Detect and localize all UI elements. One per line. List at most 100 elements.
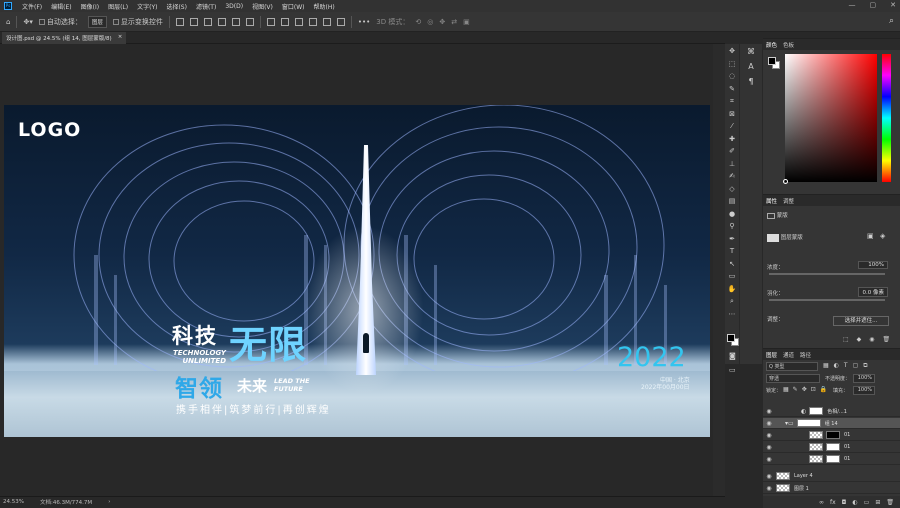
zoom-tool-icon[interactable]: ⌕ (728, 297, 737, 306)
close-window-button[interactable]: ✕ (890, 1, 896, 9)
type-tool-icon[interactable]: T (728, 247, 737, 256)
fill-field[interactable]: 100% (853, 386, 875, 395)
link-layers-icon[interactable]: ∞ (819, 499, 824, 506)
3d-pan-icon[interactable]: ✥ (439, 18, 445, 26)
menu-type[interactable]: 文字(Y) (137, 2, 157, 11)
tab-layers[interactable]: 图层 (766, 351, 777, 359)
home-icon[interactable]: ⌂ (6, 18, 10, 26)
tab-color[interactable]: 颜色 (766, 41, 777, 49)
close-tab-icon[interactable]: × (118, 34, 123, 42)
align-right-icon[interactable] (245, 17, 254, 26)
character-icon[interactable]: A (748, 62, 753, 71)
align-bottom-icon[interactable] (203, 17, 212, 26)
menu-window[interactable]: 窗口(W) (282, 2, 305, 11)
history-icon[interactable]: ⌘ (747, 47, 755, 56)
photoshop-logo[interactable]: Ps (4, 2, 12, 10)
quick-mask-icon[interactable]: ◙ (729, 352, 736, 360)
panel-foreground-swatch[interactable] (768, 57, 776, 65)
marquee-tool-icon[interactable]: ⬚ (728, 60, 737, 69)
feather-field[interactable]: 0.0 像素 (858, 287, 888, 297)
layer-thumbnail[interactable] (809, 431, 823, 439)
visibility-eye-icon[interactable]: ◉ (765, 456, 773, 463)
layer-row[interactable]: ◉ 01 (763, 430, 900, 441)
layer-thumbnail[interactable] (809, 455, 823, 463)
hand-tool-icon[interactable]: ✋ (728, 285, 737, 294)
filter-type-icon[interactable]: T (844, 362, 848, 370)
tab-adjustments[interactable]: 调整 (783, 197, 794, 205)
menu-3d[interactable]: 3D(D) (225, 3, 243, 10)
visibility-eye-icon[interactable]: ◉ (765, 444, 773, 451)
lasso-tool-icon[interactable]: ◌ (728, 72, 737, 81)
tab-properties[interactable]: 属性 (766, 197, 777, 205)
layer-mask-thumbnail[interactable] (826, 443, 840, 451)
visibility-eye-icon[interactable]: ◉ (765, 408, 773, 415)
lock-position-icon[interactable]: ✥ (802, 386, 807, 393)
filter-adjust-icon[interactable]: ◐ (834, 362, 839, 370)
align-top-icon[interactable] (175, 17, 184, 26)
saturation-brightness-field[interactable] (785, 54, 877, 182)
menu-edit[interactable]: 编辑(E) (51, 2, 71, 11)
filter-smart-icon[interactable]: ⧉ (863, 362, 867, 370)
vertical-scrollbar[interactable] (713, 44, 725, 496)
document-tab[interactable]: 设计图.psd @ 24.5% (组 14, 图层蒙版/8) × (2, 32, 127, 44)
3d-slide-icon[interactable]: ⇄ (451, 18, 457, 26)
visibility-eye-icon[interactable]: ◉ (765, 473, 773, 480)
menu-help[interactable]: 帮助(H) (314, 2, 335, 11)
zoom-level[interactable]: 24.53% (3, 499, 24, 505)
3d-orbit-icon[interactable]: ⟲ (415, 18, 421, 26)
lock-artboard-icon[interactable]: ⊡ (811, 386, 816, 393)
new-layer-icon[interactable]: ⊞ (875, 499, 880, 506)
menu-file[interactable]: 文件(F) (22, 2, 42, 11)
layer-thumbnail[interactable] (776, 472, 790, 480)
apply-mask-icon[interactable]: ◆ (857, 336, 862, 343)
filter-shape-icon[interactable]: ▢ (853, 362, 859, 370)
distribute-top-icon[interactable] (266, 17, 275, 26)
document-canvas[interactable]: LOGO 科技 无限 TECHNOLOGY UNLIMITED 智领 未来 LE… (4, 105, 710, 437)
align-vcenter-icon[interactable] (189, 17, 198, 26)
layer-mask-thumbnail[interactable] (767, 233, 779, 242)
tab-channels[interactable]: 通道 (783, 351, 794, 359)
foreground-color-swatch[interactable] (727, 334, 735, 342)
layer-row[interactable]: ◉ Layer 4 (763, 471, 900, 482)
distribute-left-icon[interactable] (308, 17, 317, 26)
layer-mask-thumbnail[interactable] (826, 455, 840, 463)
pen-tool-icon[interactable]: ✒ (728, 235, 737, 244)
healing-tool-icon[interactable]: ✚ (728, 135, 737, 144)
layer-mask-thumbnail[interactable] (826, 431, 840, 439)
load-selection-icon[interactable]: ⬚ (843, 336, 849, 343)
layer-row[interactable]: ◉ 图层 1 (763, 483, 900, 494)
layer-style-icon[interactable]: fx (830, 499, 836, 506)
shape-tool-icon[interactable]: ▭ (728, 272, 737, 281)
blend-mode-dropdown[interactable]: 穿透 (766, 374, 820, 383)
auto-select-dropdown[interactable]: 图层 (87, 15, 107, 28)
menu-image[interactable]: 图像(I) (81, 2, 99, 11)
move-tool-icon[interactable]: ✥▾ (23, 18, 32, 26)
crop-tool-icon[interactable]: ⌗ (728, 97, 737, 106)
select-and-mask-button[interactable]: 选择并遮住... (833, 316, 889, 326)
paragraph-icon[interactable]: ¶ (748, 77, 753, 86)
layer-row[interactable]: ◉ 01 (763, 442, 900, 453)
color-picker-cursor[interactable] (783, 179, 788, 184)
color-swatches[interactable] (727, 334, 739, 346)
blur-tool-icon[interactable]: ● (728, 210, 737, 219)
toggle-mask-icon[interactable]: ◉ (869, 336, 874, 343)
status-menu-arrow[interactable]: › (108, 499, 110, 505)
pixel-mask-icon[interactable]: ▣ (867, 232, 874, 240)
show-transform-checkbox[interactable]: 显示变换控件 (112, 17, 163, 27)
distribute-vcenter-icon[interactable] (280, 17, 289, 26)
new-adjustment-icon[interactable]: ◐ (852, 499, 857, 506)
search-icon[interactable]: ⌕ (889, 16, 894, 26)
distribute-hcenter-icon[interactable] (322, 17, 331, 26)
eraser-tool-icon[interactable]: ◇ (728, 185, 737, 194)
tab-swatches[interactable]: 色板 (783, 41, 794, 49)
auto-select-checkbox[interactable]: 自动选择： (38, 17, 82, 27)
minimize-button[interactable]: — (849, 1, 856, 9)
gradient-tool-icon[interactable]: ▤ (728, 197, 737, 206)
quick-select-tool-icon[interactable]: ✎ (728, 85, 737, 94)
screen-mode-icon[interactable]: ▭ (729, 366, 736, 374)
feather-slider[interactable] (769, 299, 885, 301)
visibility-eye-icon[interactable]: ◉ (765, 485, 773, 492)
dodge-tool-icon[interactable]: ⚲ (728, 222, 737, 231)
frame-tool-icon[interactable]: ⊠ (728, 110, 737, 119)
layer-row[interactable]: ◉ 01 (763, 454, 900, 465)
